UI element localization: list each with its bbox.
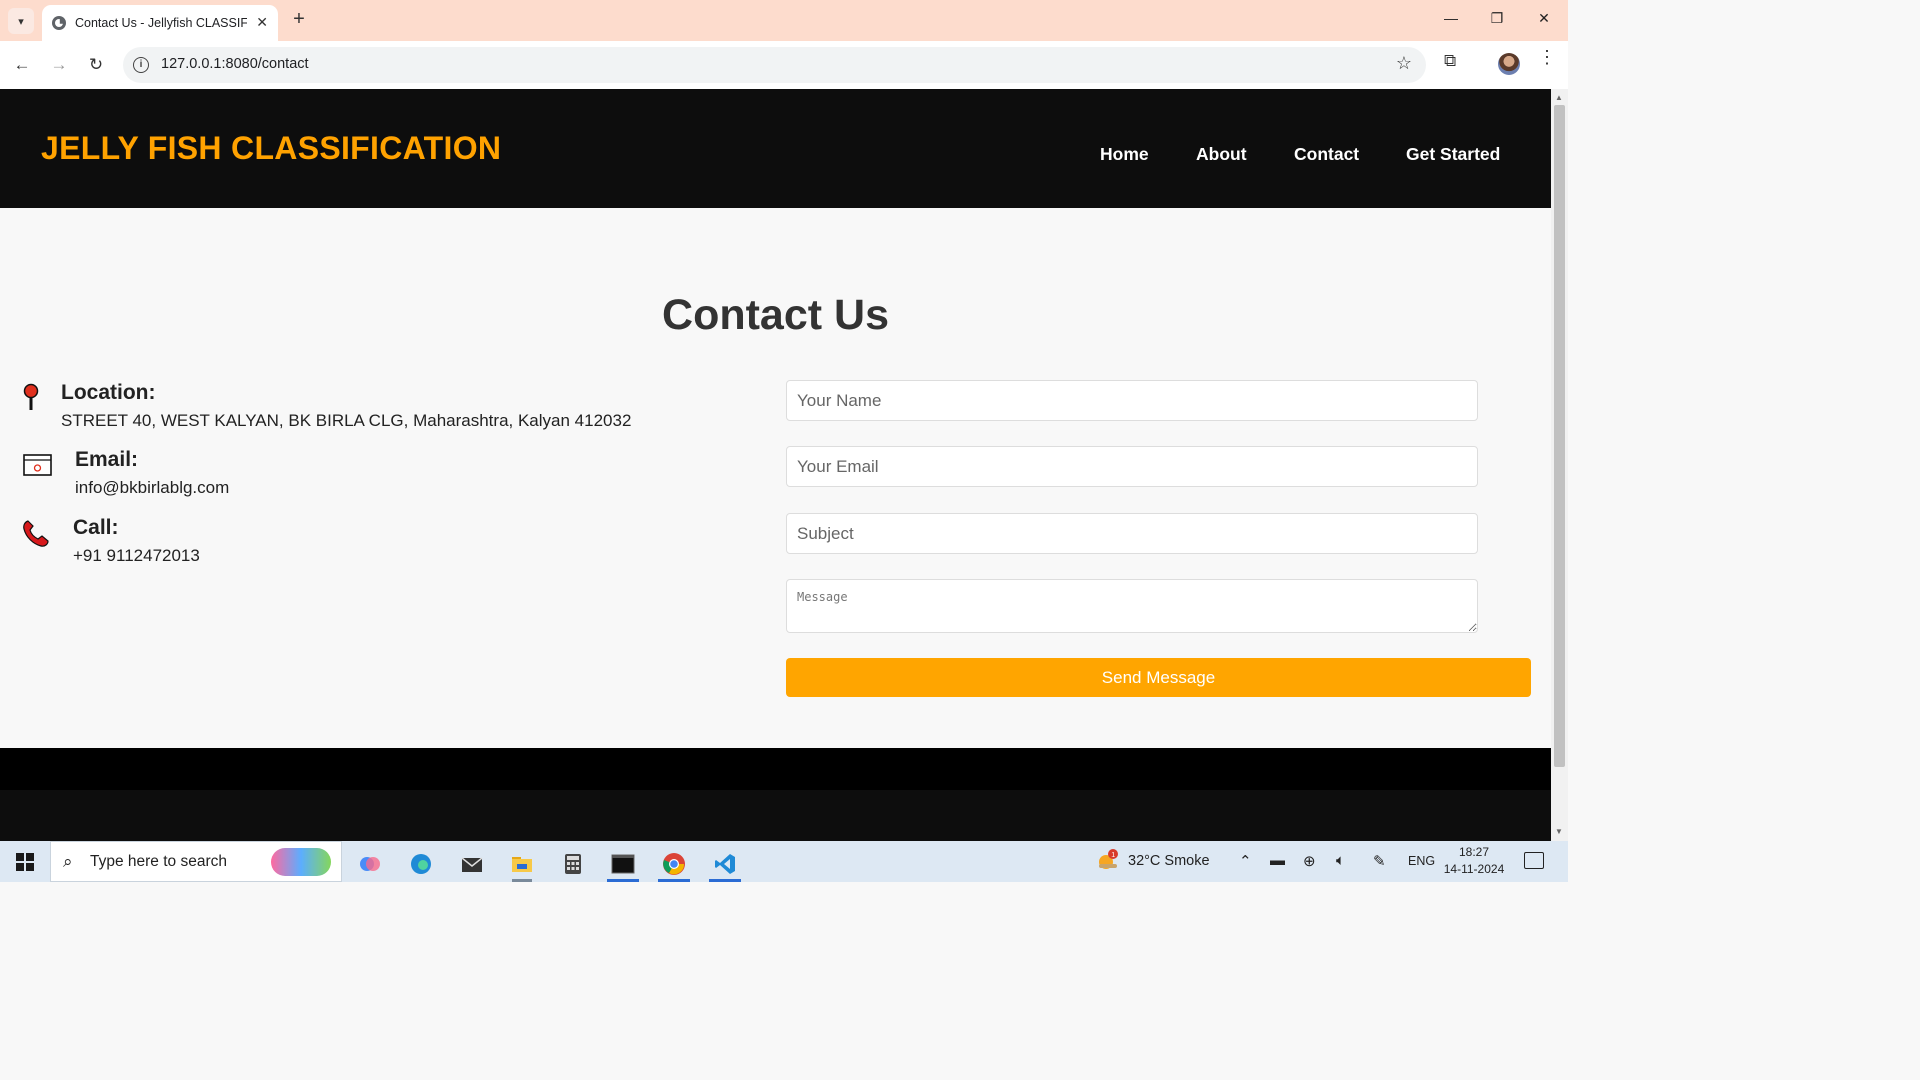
email-label: Email: — [75, 448, 139, 471]
send-message-button[interactable]: Send Message — [786, 658, 1531, 697]
site-info-icon[interactable]: i — [133, 57, 149, 73]
copilot-icon[interactable] — [350, 845, 390, 882]
footer-bottom — [0, 790, 1551, 841]
network-icon[interactable]: ⊕ — [1303, 852, 1316, 870]
file-explorer-icon[interactable] — [502, 845, 542, 882]
nav-get-started[interactable]: Get Started — [1406, 144, 1500, 165]
language-indicator[interactable]: ENG — [1408, 854, 1435, 868]
notification-icon[interactable] — [1524, 852, 1544, 869]
footer — [0, 748, 1551, 790]
edge-icon[interactable] — [401, 845, 441, 882]
call-value[interactable]: +91 9112472013 — [73, 546, 200, 566]
call-info: Call: +91 9112472013 — [73, 516, 200, 566]
message-textarea[interactable] — [786, 579, 1478, 633]
bookmark-star-icon[interactable]: ☆ — [1396, 53, 1412, 74]
name-input[interactable] — [786, 380, 1478, 421]
scroll-down-arrow[interactable]: ▼ — [1555, 827, 1563, 836]
show-hidden-icons-icon[interactable]: ⌃ — [1239, 852, 1252, 870]
back-button[interactable]: ← — [10, 53, 34, 77]
email-input[interactable] — [786, 446, 1478, 487]
taskbar-search-placeholder: Type here to search — [90, 853, 227, 870]
mail-icon[interactable] — [452, 845, 492, 882]
site-header: JELLY FISH CLASSIFICATION Home About Con… — [0, 89, 1551, 208]
battery-icon[interactable]: ▬ — [1270, 852, 1285, 869]
scroll-up-arrow[interactable]: ▲ — [1555, 93, 1563, 102]
browser-tab-bar: ▾ Contact Us - Jellyfish CLASSIFICATION … — [0, 0, 1568, 41]
search-highlight-icon — [271, 848, 331, 876]
taskbar-search[interactable]: ⌕ Type here to search — [50, 841, 342, 882]
clock-time: 18:27 — [1458, 845, 1490, 859]
windows-start-button[interactable] — [16, 853, 34, 871]
svg-text:1: 1 — [1111, 852, 1115, 859]
close-window-button[interactable]: ✕ — [1534, 10, 1554, 27]
browser-toolbar: ← → ↻ i 127.0.0.1:8080/contact ☆ ⧉ ⋮ — [0, 41, 1568, 89]
volume-icon[interactable]: 🔈︎ — [1336, 852, 1345, 869]
nav-about[interactable]: About — [1196, 144, 1247, 165]
taskbar: ⌕ Type here to search 1 32°C Smoke ⌃ ▬ ⊕… — [0, 841, 1568, 882]
location-info: Location: STREET 40, WEST KALYAN, BK BIR… — [61, 381, 631, 431]
envelope-icon — [23, 454, 52, 476]
globe-icon — [52, 16, 66, 30]
phone-icon — [23, 520, 49, 547]
email-info: Email: info@bkbirlablg.com — [75, 448, 229, 498]
reload-button[interactable]: ↻ — [84, 53, 108, 77]
vscode-icon[interactable] — [705, 845, 745, 882]
call-label: Call: — [73, 516, 119, 539]
address-url[interactable]: 127.0.0.1:8080/contact — [161, 56, 309, 72]
calculator-icon[interactable] — [553, 845, 593, 882]
weather-text[interactable]: 32°C Smoke — [1128, 853, 1210, 869]
browser-tab-active[interactable]: Contact Us - Jellyfish CLASSIFICATION ✕ — [42, 5, 278, 41]
forward-button[interactable]: → — [47, 53, 71, 77]
profile-avatar[interactable] — [1498, 53, 1520, 75]
map-pin-icon — [23, 383, 39, 410]
nav-home[interactable]: Home — [1100, 144, 1149, 165]
site-title[interactable]: JELLY FISH CLASSIFICATION — [41, 130, 501, 167]
location-value: STREET 40, WEST KALYAN, BK BIRLA CLG, Ma… — [61, 411, 632, 430]
nav-contact[interactable]: Contact — [1294, 144, 1359, 165]
tab-title: Contact Us - Jellyfish CLASSIFICATION — [75, 16, 247, 30]
page-scrollbar[interactable]: ▲ ▼ — [1551, 89, 1568, 841]
page-title: Contact Us — [662, 291, 889, 339]
clock[interactable]: 18:27 14-11-2024 — [1438, 844, 1510, 878]
minimize-button[interactable]: — — [1441, 10, 1461, 26]
tab-search-button[interactable]: ▾ — [8, 8, 34, 34]
clock-date: 14-11-2024 — [1443, 862, 1505, 876]
scroll-thumb[interactable] — [1554, 105, 1565, 767]
browser-menu-icon[interactable]: ⋮ — [1538, 48, 1556, 66]
chrome-icon[interactable] — [654, 845, 694, 882]
page-viewport: JELLY FISH CLASSIFICATION Home About Con… — [0, 89, 1551, 841]
email-value[interactable]: info@bkbirlablg.com — [75, 478, 229, 498]
location-label: Location: — [61, 381, 156, 404]
new-tab-button[interactable]: + — [288, 8, 310, 31]
subject-input[interactable] — [786, 513, 1478, 554]
search-icon: ⌕ — [63, 852, 73, 871]
pen-icon[interactable]: ✎ — [1373, 852, 1386, 870]
restore-button[interactable]: ❐ — [1487, 10, 1507, 27]
close-tab-icon[interactable]: ✕ — [256, 14, 268, 31]
address-bar[interactable]: i 127.0.0.1:8080/contact ☆ — [123, 47, 1426, 83]
weather-icon[interactable]: 1 — [1096, 849, 1120, 875]
extensions-icon[interactable]: ⧉ — [1444, 51, 1464, 71]
terminal-icon[interactable] — [603, 845, 643, 882]
